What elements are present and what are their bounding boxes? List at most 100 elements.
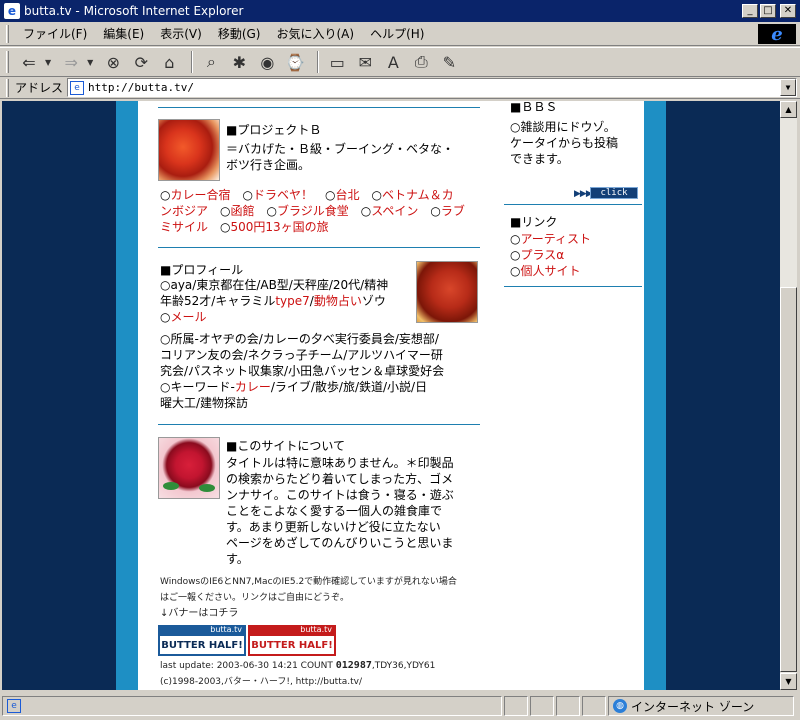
maximize-button[interactable]: □: [760, 4, 776, 18]
status-cell: [530, 696, 554, 716]
menu-view[interactable]: 表示(V): [152, 23, 210, 44]
profile-link-curry[interactable]: カレー: [235, 380, 271, 394]
profile-keywords-2: 曜大工/建物探訪: [160, 396, 249, 410]
scroll-down-icon[interactable]: ▼: [780, 673, 797, 690]
leaf-shape: [199, 484, 215, 492]
stop-icon[interactable]: ⊗: [101, 51, 125, 73]
refresh-icon[interactable]: ⟳: [129, 51, 153, 73]
link-artist[interactable]: ○アーティスト: [510, 231, 591, 247]
vertical-scrollbar[interactable]: ▲ ▼: [780, 101, 797, 690]
banner-red[interactable]: butta.tv BUTTER HALF!: [248, 625, 336, 656]
footer-update: last update: 2003-06-30 14:21 COUNT 0129…: [160, 659, 435, 673]
footer-copyright: (c)1998-2003,バター・ハーフ!, http://butta.tv/: [160, 677, 362, 687]
home-icon[interactable]: ⌂: [157, 51, 181, 73]
status-cell: [556, 696, 580, 716]
profile-link-type7[interactable]: type7: [275, 294, 309, 308]
forward-icon[interactable]: ⇒: [59, 51, 83, 73]
back-icon[interactable]: ⇐: [17, 51, 41, 73]
profile-groups-2: コリアン友の会/ネクラっ子チーム/アルツハイマー研: [160, 348, 443, 362]
banner-red-top: butta.tv: [300, 625, 332, 634]
profile-groups-1: ○所属-オヤヂの会/カレーの夕べ実行委員会/妄想部/: [160, 332, 439, 346]
project-thumbnail: [158, 119, 220, 181]
footer-update-text: last update: 2003-06-30 14:21 COUNT: [160, 661, 333, 671]
about-text-7: す。: [226, 552, 249, 566]
address-input[interactable]: e http://butta.tv/ ▼: [67, 78, 798, 97]
project-link-vietnam[interactable]: ベトナム＆カ: [382, 188, 454, 202]
bbs-click-button[interactable]: click: [590, 187, 638, 199]
project-link-cambodia[interactable]: ンボジア: [160, 204, 208, 218]
menu-edit[interactable]: 編集(E): [95, 23, 152, 44]
toolbar-grip: [6, 51, 9, 73]
profile-line1: ○aya/東京都在住/AB型/天秤座/20代/精神: [160, 278, 389, 292]
page-content: ■ＢＢＳ ○雑談用にドウゾ。 ケータイからも投稿 できます。 ▶▶▶ click…: [138, 101, 644, 690]
address-url[interactable]: http://butta.tv/: [88, 81, 780, 94]
close-button[interactable]: ✕: [780, 4, 796, 18]
left-stripe: [116, 101, 138, 690]
globe-icon: ◍: [613, 699, 627, 713]
profile-line2: 年齢52才/キャラミルtype7/動物占いゾウ: [160, 293, 414, 309]
notice-line2: はご一報ください。リンクはご自由にどうぞ。: [160, 593, 350, 603]
back-dropdown-icon[interactable]: ▼: [45, 58, 51, 67]
profile-mail-link[interactable]: メール: [170, 310, 206, 324]
status-cell: [582, 696, 606, 716]
project-link-love[interactable]: ラブ: [441, 204, 465, 218]
mail-icon[interactable]: ✉: [353, 51, 377, 73]
media-icon[interactable]: ◉: [255, 51, 279, 73]
menu-favorites[interactable]: お気に入り(A): [268, 23, 362, 44]
profile-groups-3: 究会/パスネット収集家/小田急バッセン＆卓球愛好会: [160, 364, 445, 378]
about-text-3: ンナサイ。このサイトは食う・寝る・遊ぶ: [226, 488, 454, 502]
font-size-icon[interactable]: A: [381, 51, 405, 73]
profile-thumbnail: [416, 261, 478, 323]
profile-link-animal[interactable]: 動物占い: [314, 294, 362, 308]
print-icon[interactable]: ⎙: [409, 51, 433, 73]
forward-dropdown-icon[interactable]: ▼: [87, 58, 93, 67]
favorites-icon[interactable]: ✱: [227, 51, 251, 73]
bbs-text-3: できます。: [510, 152, 569, 166]
edit-icon[interactable]: ✎: [437, 51, 461, 73]
link-plus-alpha[interactable]: ○プラスα: [510, 247, 564, 263]
bbs-text-2: ケータイからも投稿: [510, 136, 619, 150]
scroll-thumb[interactable]: [780, 287, 797, 672]
address-label: アドレス: [15, 81, 64, 95]
address-dropdown-icon[interactable]: ▼: [780, 79, 797, 96]
menu-grip: [6, 24, 9, 43]
banner-blue[interactable]: butta.tv BUTTER HALF!: [158, 625, 246, 656]
project-link-13countries[interactable]: 500円13ヶ国の旅: [231, 220, 329, 234]
link-plus-alpha-text[interactable]: プラスα: [520, 248, 564, 262]
divider: [158, 247, 480, 248]
project-link-brazil[interactable]: ブラジル食堂: [277, 204, 349, 218]
project-link-missile[interactable]: ミサイル: [160, 220, 208, 234]
ie-icon: e: [4, 3, 20, 19]
profile-keywords-pre: ○キーワード-: [160, 380, 235, 394]
address-grip: [6, 78, 9, 97]
status-cell: [504, 696, 528, 716]
project-link-taipei[interactable]: 台北: [335, 188, 359, 202]
project-link-hakodate[interactable]: 函館: [231, 204, 255, 218]
project-desc-2: ボツ行き企画。: [226, 158, 311, 172]
window-title: butta.tv - Microsoft Internet Explorer: [24, 4, 244, 18]
status-zone: ◍ インターネット ゾーン: [608, 696, 794, 716]
page-icon: e: [70, 80, 85, 95]
link-artist-text[interactable]: アーティスト: [520, 232, 591, 246]
link-personal-sites-text[interactable]: 個人サイト: [520, 264, 580, 278]
fullscreen-icon[interactable]: ▭: [325, 51, 349, 73]
status-bar: e ◍ インターネット ゾーン: [0, 692, 800, 720]
project-link-curry[interactable]: カレー合宿: [170, 188, 230, 202]
scroll-up-icon[interactable]: ▲: [780, 101, 797, 118]
minimize-button[interactable]: _: [742, 4, 758, 18]
menu-go[interactable]: 移動(G): [210, 23, 269, 44]
page-viewport: ■ＢＢＳ ○雑談用にドウゾ。 ケータイからも投稿 できます。 ▶▶▶ click…: [2, 101, 780, 690]
profile-line2-pre: 年齢52才/キャラミル: [160, 294, 276, 308]
status-zone-text: インターネット ゾーン: [631, 699, 755, 714]
search-icon[interactable]: ⌕: [199, 51, 223, 73]
project-link-dorabeya[interactable]: ドラベヤ！: [253, 188, 313, 202]
address-bar: アドレス e http://butta.tv/ ▼: [0, 77, 800, 99]
link-personal-sites[interactable]: ○個人サイト: [510, 263, 581, 279]
history-icon[interactable]: ⌚: [283, 51, 307, 73]
profile-title: ■プロフィール: [160, 263, 244, 277]
menu-help[interactable]: ヘルプ(H): [362, 23, 432, 44]
banner-blue-top: butta.tv: [210, 625, 242, 634]
project-link-spain[interactable]: スペイン: [371, 204, 418, 218]
menu-file[interactable]: ファイル(F): [15, 23, 95, 44]
bbs-text-1: ○雑談用にドウゾ。: [510, 120, 616, 134]
